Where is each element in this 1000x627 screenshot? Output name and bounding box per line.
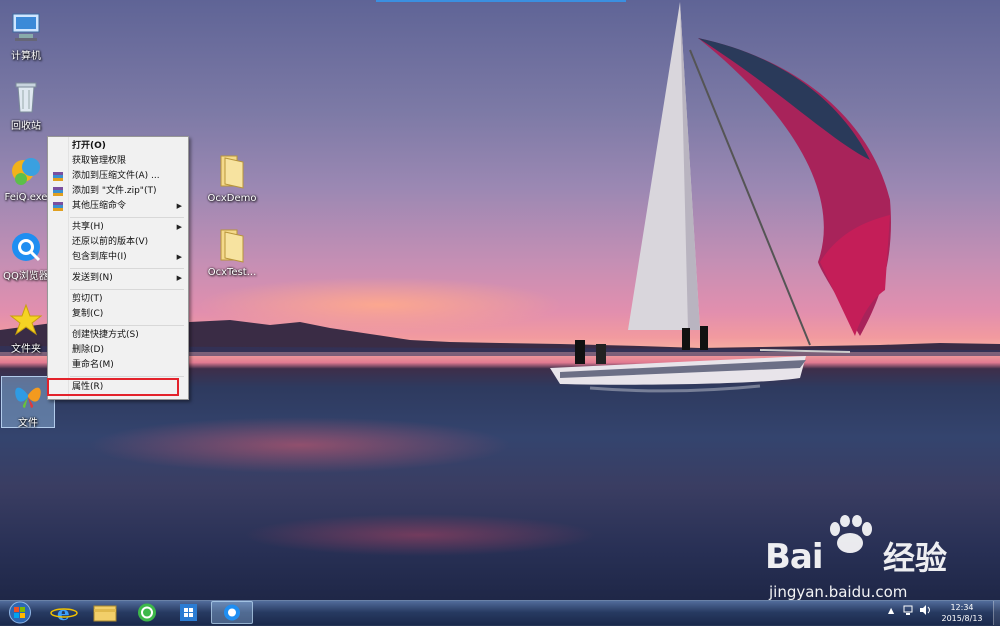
properties-highlight-box bbox=[47, 378, 179, 396]
baidu-jingyan-watermark: Bai 经验 jingyan.baidu.com bbox=[765, 515, 995, 605]
menu-item-label: 添加到 "文件.zip"(T) bbox=[72, 186, 157, 196]
folder-icon bbox=[215, 152, 249, 190]
desktop-icon-label: 计算机 bbox=[11, 51, 41, 62]
menu-item-label: 其他压缩命令 bbox=[72, 201, 127, 211]
menu-item-other-compress[interactable]: 其他压缩命令 ▶ bbox=[48, 199, 188, 214]
start-button[interactable] bbox=[2, 601, 38, 624]
watermark-url: jingyan.baidu.com bbox=[769, 583, 908, 601]
menu-item-include-library[interactable]: 包含到库中(I) ▶ bbox=[48, 250, 188, 265]
menu-item-label: 剪切(T) bbox=[72, 294, 103, 304]
menu-item-send-to[interactable]: 发送到(N) ▶ bbox=[48, 271, 188, 286]
folder-icon bbox=[93, 605, 117, 622]
desktop-icon-recycle-bin[interactable]: 回收站 bbox=[0, 80, 52, 132]
desktop-icon-ocxtest[interactable]: OcxTest... bbox=[206, 226, 258, 278]
menu-item-label: 创建快捷方式(S) bbox=[72, 330, 139, 340]
winrar-icon bbox=[53, 202, 63, 211]
menu-item-label: 还原以前的版本(V) bbox=[72, 237, 149, 247]
desktop-icon-computer[interactable]: 计算机 bbox=[0, 10, 52, 62]
menu-item-label: 发送到(N) bbox=[72, 273, 113, 283]
desktop-icon-label: OcxDemo bbox=[207, 193, 257, 204]
menu-item-copy[interactable]: 复制(C) bbox=[48, 307, 188, 322]
desktop-icon-label: FeiQ.exe bbox=[4, 192, 48, 203]
network-icon[interactable] bbox=[903, 604, 915, 618]
desktop-icon-folder-star[interactable]: 文件夹 bbox=[0, 303, 52, 355]
360-browser-icon bbox=[138, 603, 156, 622]
feiq-icon bbox=[9, 155, 43, 189]
taskbar-office-button[interactable] bbox=[170, 601, 208, 624]
desktop-icon-label: 回收站 bbox=[11, 121, 41, 132]
menu-item-label: 重命名(M) bbox=[72, 360, 114, 370]
computer-icon bbox=[9, 10, 43, 44]
windows-start-orb-icon bbox=[9, 601, 31, 624]
clock-time: 12:34 bbox=[950, 603, 974, 612]
submenu-arrow-icon: ▶ bbox=[176, 253, 182, 261]
desktop-icon-qq-browser[interactable]: QQ浏览器 bbox=[0, 230, 52, 282]
menu-item-add-to-archive[interactable]: 添加到压缩文件(A) ... bbox=[48, 169, 188, 184]
menu-separator bbox=[70, 376, 184, 377]
menu-separator bbox=[70, 217, 184, 218]
menu-item-label: 添加到压缩文件(A) ... bbox=[72, 171, 160, 181]
menu-item-label: 获取管理权限 bbox=[72, 156, 127, 166]
menu-separator bbox=[70, 325, 184, 326]
folder-icon bbox=[215, 226, 249, 264]
taskbar-ie-button[interactable]: e bbox=[46, 601, 84, 625]
watermark-brand: Bai bbox=[765, 537, 824, 577]
menu-item-open[interactable]: 打开(O) bbox=[48, 139, 188, 154]
submenu-arrow-icon: ▶ bbox=[176, 223, 182, 231]
winrar-icon bbox=[53, 187, 63, 196]
desktop-icon-ocxdemo[interactable]: OcxDemo bbox=[206, 152, 258, 204]
taskbar-explorer-button[interactable] bbox=[86, 601, 124, 624]
menu-item-restore-versions[interactable]: 还原以前的版本(V) bbox=[48, 235, 188, 250]
svg-text:e: e bbox=[57, 601, 70, 624]
menu-item-create-shortcut[interactable]: 创建快捷方式(S) bbox=[48, 328, 188, 343]
show-desktop-button[interactable] bbox=[993, 601, 1000, 625]
clock-date: 2015/8/13 bbox=[941, 614, 983, 623]
menu-item-label: 共享(H) bbox=[72, 222, 104, 232]
window-edge-bar bbox=[376, 0, 626, 2]
internet-explorer-icon: e bbox=[50, 601, 78, 625]
desktop-icon-label: OcxTest... bbox=[207, 267, 257, 278]
taskbar-360-button[interactable] bbox=[128, 601, 166, 624]
system-clock[interactable]: 12:34 2015/8/13 bbox=[932, 602, 992, 624]
office-app-icon bbox=[180, 604, 197, 621]
submenu-arrow-icon: ▶ bbox=[176, 202, 182, 210]
menu-item-delete[interactable]: 删除(D) bbox=[48, 343, 188, 358]
submenu-arrow-icon: ▶ bbox=[176, 274, 182, 282]
desktop-icon-label: 文件夹 bbox=[11, 344, 41, 355]
menu-item-label: 删除(D) bbox=[72, 345, 104, 355]
desktop-icon-feiq[interactable]: FeiQ.exe bbox=[0, 155, 52, 203]
menu-item-cut[interactable]: 剪切(T) bbox=[48, 292, 188, 307]
menu-item-share[interactable]: 共享(H) ▶ bbox=[48, 220, 188, 235]
watermark-product: 经验 bbox=[883, 539, 948, 577]
volume-icon[interactable] bbox=[919, 604, 931, 618]
taskbar-qq-browser-button[interactable] bbox=[211, 601, 253, 624]
qq-browser-icon bbox=[9, 230, 43, 264]
menu-item-get-admin[interactable]: 获取管理权限 bbox=[48, 154, 188, 169]
qq-browser-icon bbox=[224, 604, 240, 621]
desktop-icon-label: QQ浏览器 bbox=[3, 271, 49, 282]
menu-separator bbox=[70, 268, 184, 269]
winrar-icon bbox=[53, 172, 63, 181]
menu-item-label: 复制(C) bbox=[72, 309, 104, 319]
menu-item-label: 打开(O) bbox=[72, 141, 106, 151]
star-icon bbox=[9, 303, 43, 337]
recycle-bin-icon bbox=[9, 80, 43, 114]
butterfly-icon bbox=[11, 377, 45, 411]
menu-item-rename[interactable]: 重命名(M) bbox=[48, 358, 188, 373]
menu-item-add-to-zip[interactable]: 添加到 "文件.zip"(T) bbox=[48, 184, 188, 199]
menu-item-label: 包含到库中(I) bbox=[72, 252, 127, 262]
desktop-icon-label: 文件 bbox=[18, 418, 38, 429]
paw-icon bbox=[830, 515, 872, 553]
menu-separator bbox=[70, 289, 184, 290]
show-hidden-icons-button[interactable]: ▲ bbox=[888, 606, 894, 615]
context-menu: 打开(O) 获取管理权限 添加到压缩文件(A) ... 添加到 "文件.zip"… bbox=[47, 136, 189, 400]
